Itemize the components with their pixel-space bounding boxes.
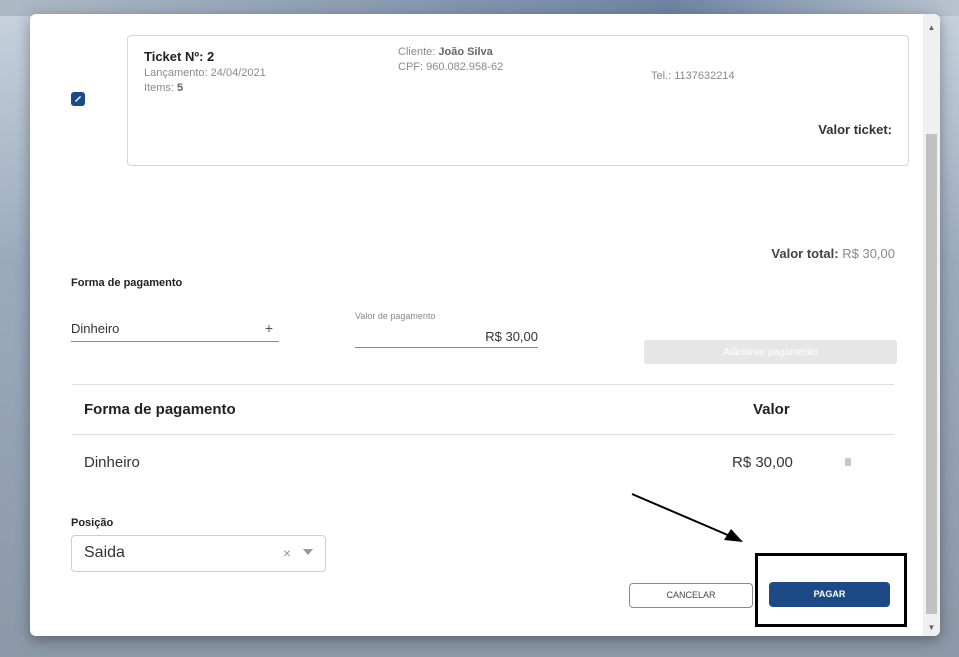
cancel-button[interactable]: CANCELAR (629, 583, 753, 608)
scrollbar[interactable]: ▲ ▼ (923, 14, 940, 636)
scroll-down-icon[interactable]: ▼ (923, 620, 940, 636)
arrow-annotation (631, 493, 743, 542)
scroll-thumb[interactable] (926, 134, 937, 614)
payment-modal: Ticket Nº: 2 Lançamento: 24/04/2021 Item… (30, 14, 940, 636)
scroll-up-icon[interactable]: ▲ (923, 20, 940, 36)
highlight-box-annotation (755, 553, 907, 627)
